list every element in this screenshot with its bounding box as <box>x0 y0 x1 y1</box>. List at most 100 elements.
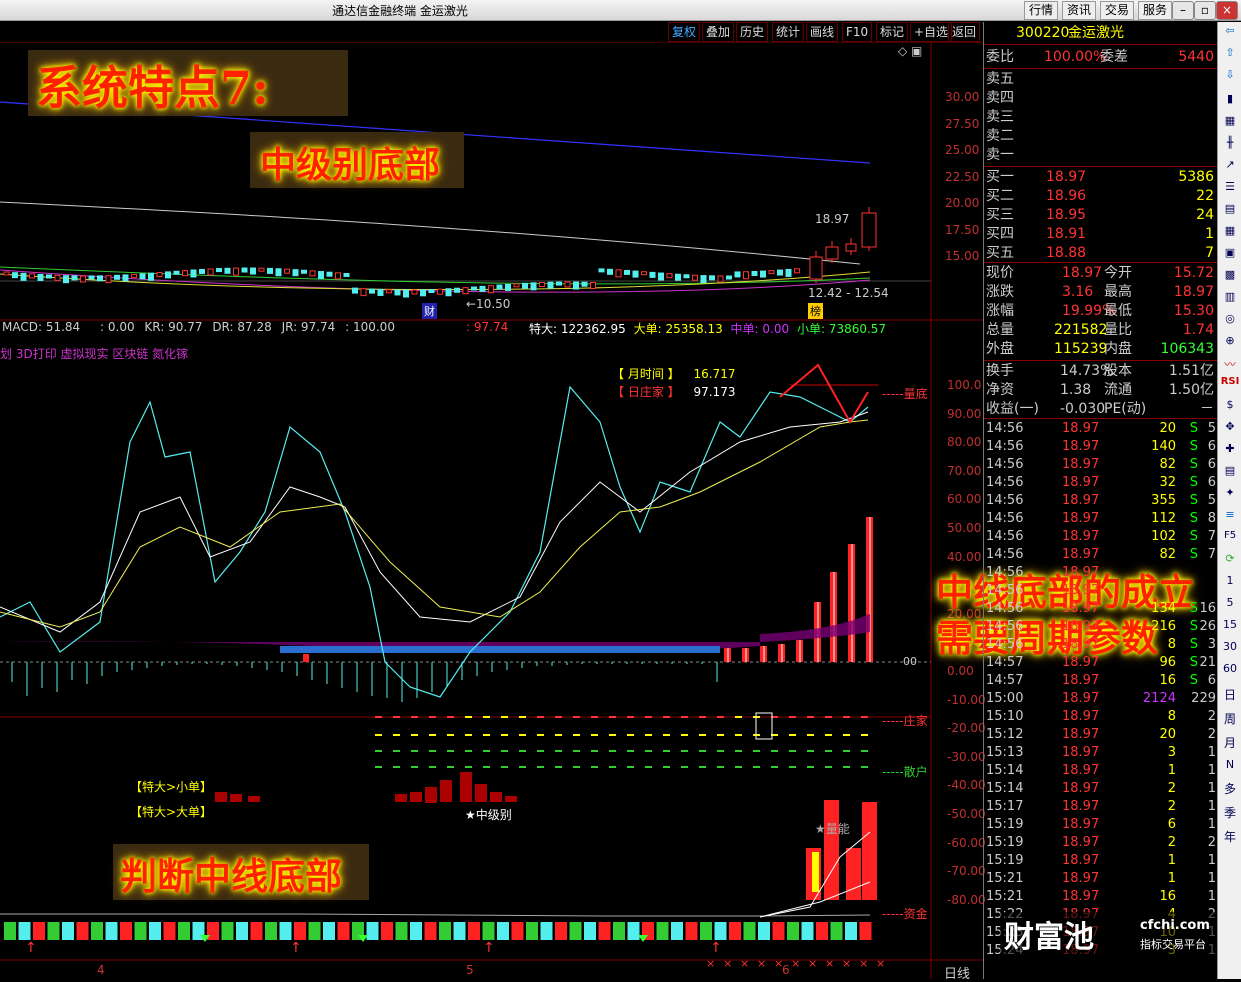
period-multi[interactable]: 多 <box>1220 780 1240 798</box>
tool-huaxian[interactable]: 画线 <box>806 22 839 42</box>
move-icon[interactable]: ✥ <box>1220 420 1240 438</box>
minimize-icon[interactable]: – <box>1172 1 1194 20</box>
buy-row[interactable]: 买二 18.96 22 <box>984 187 1218 205</box>
sell-row[interactable]: 卖二 <box>984 127 1218 145</box>
candle <box>641 271 647 276</box>
candle <box>360 288 367 297</box>
tick-time: 14:56 <box>986 511 1024 526</box>
tebig-bar <box>460 772 472 802</box>
tick-row: 15:21 18.97 1 1 <box>984 870 1218 888</box>
period-season[interactable]: 季 <box>1220 804 1240 822</box>
sell-row[interactable]: 卖一 <box>984 146 1218 164</box>
period-year[interactable]: 年 <box>1220 828 1240 846</box>
tick-row: 15:19 18.97 6 1 <box>984 816 1218 834</box>
candle <box>598 268 605 273</box>
tick-price: 18.97 <box>1062 673 1100 688</box>
rsi-icon[interactable]: RSI <box>1220 376 1240 394</box>
tick-time: 14:56 <box>986 565 1024 580</box>
table-icon[interactable]: ▦ <box>1220 224 1240 242</box>
tool-lishi[interactable]: 历史 <box>736 22 769 42</box>
period-day[interactable]: 日 <box>1220 686 1240 704</box>
stat-value: 18.97 <box>1062 265 1103 281</box>
capital-bar <box>859 922 872 940</box>
buy-row[interactable]: 买一 18.97 5386 <box>984 168 1218 186</box>
sell-row[interactable]: 卖三 <box>984 108 1218 126</box>
refresh-icon[interactable]: ⟳ <box>1220 552 1240 570</box>
cross-icon[interactable]: ✚ <box>1220 442 1240 460</box>
tick-price: 18.97 <box>1062 511 1100 526</box>
wave-icon[interactable]: 〰 <box>1220 356 1240 374</box>
candle <box>97 275 103 282</box>
stat-label: 涨幅 <box>986 303 1014 319</box>
tool-biaoji[interactable]: 标记 <box>876 22 909 42</box>
arrow-down-icon[interactable]: ⇩ <box>1220 68 1240 86</box>
circle-icon[interactable]: ◎ <box>1220 312 1240 330</box>
tool-fanhui[interactable]: 返回 <box>948 22 981 42</box>
menu-jiaoyi-button[interactable]: 交易 <box>1100 1 1135 20</box>
kline-icon[interactable]: ╫ <box>1220 136 1240 154</box>
doc-icon[interactable]: ▣ <box>1220 246 1240 264</box>
candle <box>615 269 622 278</box>
bars-icon[interactable]: ▥ <box>1220 290 1240 308</box>
list-icon[interactable]: ☰ <box>1220 180 1240 198</box>
period-month[interactable]: 月 <box>1220 734 1240 752</box>
stock-chart[interactable]: ↑ ↑ ↑ ↑× × × × × × × × × × × <box>0 42 983 979</box>
tool-tongji[interactable]: 统计 <box>772 22 805 42</box>
tool-diejia[interactable]: 叠加 <box>702 22 735 42</box>
restore-icon[interactable]: ▫ <box>1194 1 1216 20</box>
period-label[interactable]: 日线 <box>944 963 970 982</box>
menu-fuwu-button[interactable]: 服务 <box>1138 1 1173 20</box>
buy-row[interactable]: 买四 18.91 1 <box>984 225 1218 243</box>
tick-time: 15:10 <box>986 709 1024 724</box>
menu-hangqing-button[interactable]: 行情 <box>1024 1 1059 20</box>
period-week[interactable]: 周 <box>1220 710 1240 728</box>
f10-icon[interactable]: ▤ <box>1220 202 1240 220</box>
period-n[interactable]: N <box>1220 758 1240 776</box>
period-5[interactable]: 5 <box>1220 596 1240 614</box>
buy-row[interactable]: 买五 18.88 7 <box>984 244 1218 262</box>
stack-icon[interactable]: ▤ <box>1220 464 1240 482</box>
candle <box>825 246 839 260</box>
menu-zixun-button[interactable]: 资讯 <box>1062 1 1097 20</box>
arrow-up-icon[interactable]: ⇧ <box>1220 46 1240 64</box>
lines-icon[interactable]: ≡ <box>1220 508 1240 526</box>
f5-icon[interactable]: F5 <box>1220 530 1240 548</box>
diamond-icon[interactable]: ◇ ▣ <box>898 44 922 58</box>
candle <box>386 289 392 294</box>
period-60[interactable]: 60 <box>1220 662 1240 680</box>
tool-f10[interactable]: F10 <box>842 22 873 42</box>
trend-icon[interactable]: ↗ <box>1220 158 1240 176</box>
close-icon[interactable]: × <box>1216 1 1238 20</box>
period-30[interactable]: 30 <box>1220 640 1240 658</box>
tool-fuquan[interactable]: 复权 <box>668 22 701 42</box>
period-1[interactable]: 1 <box>1220 574 1240 592</box>
chart-icon[interactable]: ▮ <box>1220 92 1240 110</box>
cai-badge[interactable]: 财 <box>422 303 437 319</box>
tick-side: S <box>1189 529 1198 544</box>
price-tick: 17.50 <box>945 223 980 237</box>
candle <box>658 272 664 281</box>
period-15[interactable]: 15 <box>1220 618 1240 636</box>
sell-row[interactable]: 卖五 <box>984 70 1218 88</box>
magnify-icon[interactable]: ⊕ <box>1220 334 1240 352</box>
arrow-left-icon[interactable]: ⇦ <box>1220 24 1240 42</box>
buy-price: 18.91 <box>1046 226 1087 242</box>
indicator-tick: -10.00 <box>947 692 986 707</box>
order-flow-info: 特大: 122362.95 大单: 25358.13 中单: 0.00 小单: … <box>529 320 886 337</box>
ma-white-line <box>0 201 861 265</box>
candle <box>258 267 265 272</box>
tick-volume: 134 <box>1151 601 1176 616</box>
grid-icon[interactable]: ▦ <box>1220 114 1240 132</box>
overlay-sub: 中级别底部 <box>260 144 441 186</box>
money-icon[interactable]: $ <box>1220 398 1240 416</box>
candle <box>63 275 69 284</box>
energy-bar <box>862 802 877 900</box>
bang-badge[interactable]: 榜 <box>808 303 823 319</box>
fz-icon[interactable]: ▩ <box>1220 268 1240 286</box>
tool-zixuan[interactable]: +自选 <box>910 22 953 42</box>
sell-row[interactable]: 卖四 <box>984 89 1218 107</box>
tick-time: 15:14 <box>986 763 1024 778</box>
x-marker-icon: × <box>723 957 732 970</box>
star-icon[interactable]: ✦ <box>1220 486 1240 504</box>
buy-row[interactable]: 买三 18.95 24 <box>984 206 1218 224</box>
